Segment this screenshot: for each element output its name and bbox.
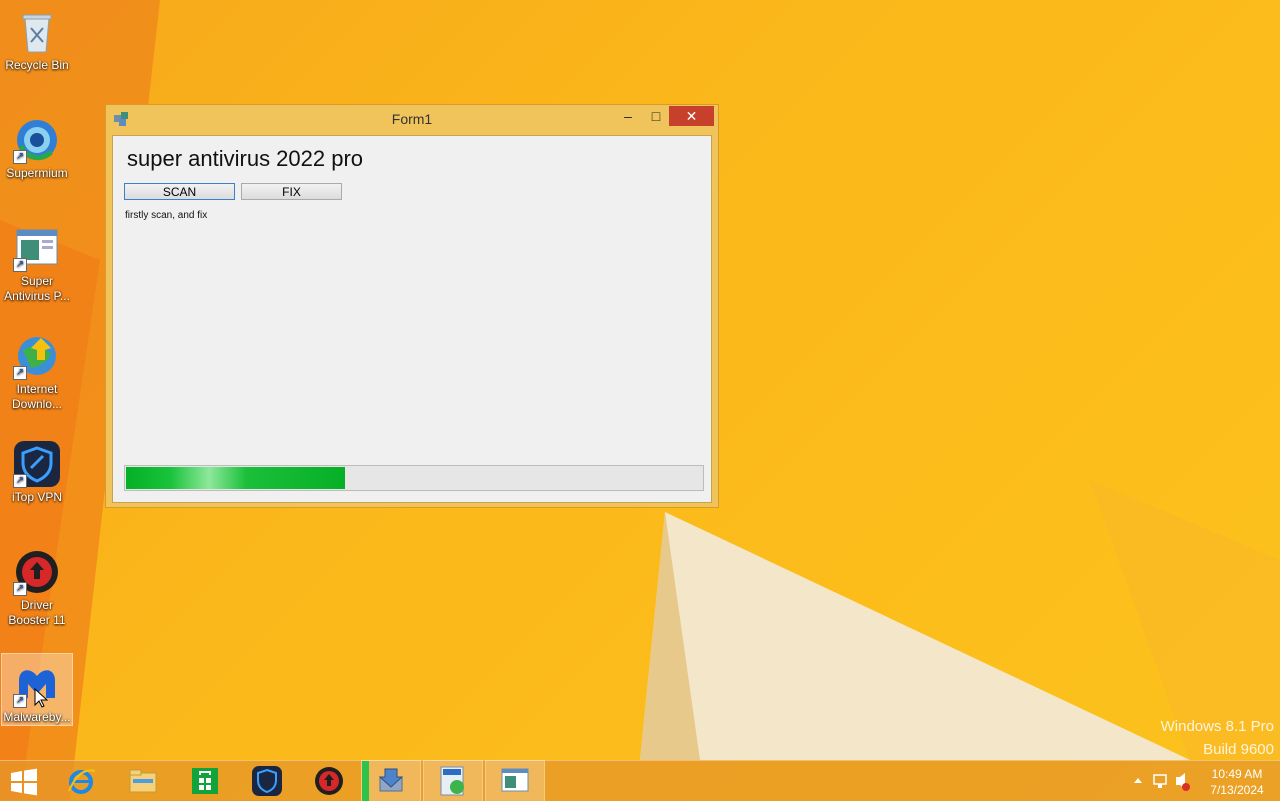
shortcut-arrow-icon: ↗ (13, 694, 27, 708)
progress-indicator (362, 761, 369, 801)
network-icon[interactable] (1153, 774, 1167, 785)
maximize-button[interactable]: □ (643, 106, 669, 126)
taskbar-clock[interactable]: 10:49 AM 7/13/2024 (1200, 766, 1274, 798)
taskbar-store[interactable] (176, 761, 234, 801)
title-bar[interactable]: Form1 – □ ✕ (106, 105, 718, 133)
start-icon (11, 768, 37, 796)
desktop-icon-label: Supermium (6, 166, 68, 180)
recycle-bin-icon (13, 8, 61, 56)
app-heading: super antivirus 2022 pro (127, 146, 364, 171)
minimize-button[interactable]: – (615, 106, 641, 126)
desktop-icon-label: Recycle Bin (5, 58, 69, 72)
driver-booster-icon: ↗ (13, 548, 61, 596)
shortcut-arrow-icon: ↗ (13, 582, 27, 596)
desktop-icon-recycle-bin[interactable]: Recycle Bin (2, 2, 72, 73)
desktop-icon-driver-booster[interactable]: ↗ Driver Booster 11 (2, 542, 72, 628)
installer-icon (378, 768, 404, 792)
desktop-icon-label: Driver Booster 11 (8, 598, 66, 627)
desktop-icon-label: Internet Downlo... (11, 382, 63, 411)
show-hidden-icons-icon[interactable] (1134, 778, 1142, 783)
close-button[interactable]: ✕ (669, 106, 714, 126)
desktop-icon-supermium[interactable]: ↗ Supermium (2, 110, 72, 181)
shortcut-arrow-icon: ↗ (13, 258, 27, 272)
app-window-icon: ↗ (13, 224, 61, 272)
taskbar-file-explorer[interactable] (114, 761, 172, 801)
internet-download-manager-icon: ↗ (13, 332, 61, 380)
shortcut-arrow-icon: ↗ (13, 150, 27, 164)
taskbar-internet-explorer[interactable] (52, 761, 110, 801)
internet-explorer-icon (68, 769, 96, 794)
system-tray (1134, 773, 1190, 791)
clock-date: 7/13/2024 (1210, 783, 1264, 797)
start-button[interactable] (0, 761, 52, 801)
taskbar-iobit[interactable] (423, 760, 483, 801)
shortcut-arrow-icon: ↗ (13, 474, 27, 488)
desktop-icon-label: iTop VPN (11, 490, 63, 504)
itop-vpn-icon (252, 766, 282, 796)
fix-button[interactable]: FIX (241, 183, 342, 200)
desktop-icon-itop-vpn[interactable]: ↗ iTop VPN (2, 434, 72, 505)
supermium-icon: ↗ (13, 116, 61, 164)
watermark-build: Build 9600 (1203, 741, 1274, 758)
scan-button[interactable]: SCAN (124, 183, 235, 200)
instruction-label: firstly scan, and fix (125, 210, 208, 221)
desktop-icon-label: Malwareby... (3, 710, 71, 724)
form-window-icon (501, 768, 529, 792)
form1-window[interactable]: Form1 – □ ✕ super antivirus 2022 pro SCA… (105, 104, 719, 508)
taskbar-form1[interactable] (485, 760, 545, 801)
iobit-icon (440, 766, 464, 796)
store-icon (192, 768, 218, 794)
progress-fill (126, 467, 345, 489)
desktop-icon-super-antivirus[interactable]: ↗ Super Antivirus P... (2, 218, 72, 304)
watermark-edition: Windows 8.1 Pro (1160, 718, 1274, 735)
file-explorer-icon (129, 769, 157, 793)
desktop-icon-label: Super Antivirus P... (4, 274, 70, 303)
form-client-area: super antivirus 2022 pro SCAN FIX firstl… (112, 135, 712, 503)
itop-vpn-icon: ↗ (13, 440, 61, 488)
windows-watermark: Windows 8.1 Pro Build 9600 (1161, 715, 1274, 761)
desktop-icon-internet-download-manager[interactable]: ↗ Internet Downlo... (2, 326, 72, 412)
taskbar-driver-booster[interactable] (300, 761, 358, 801)
taskbar: 10:49 AM 7/13/2024 (0, 760, 1280, 801)
driver-booster-icon (315, 767, 343, 795)
scan-progress-bar (124, 465, 704, 491)
shortcut-arrow-icon: ↗ (13, 366, 27, 380)
mouse-cursor-icon (34, 688, 48, 708)
taskbar-itop-vpn[interactable] (238, 761, 296, 801)
clock-time: 10:49 AM (1211, 767, 1263, 781)
taskbar-installer[interactable] (361, 760, 421, 801)
